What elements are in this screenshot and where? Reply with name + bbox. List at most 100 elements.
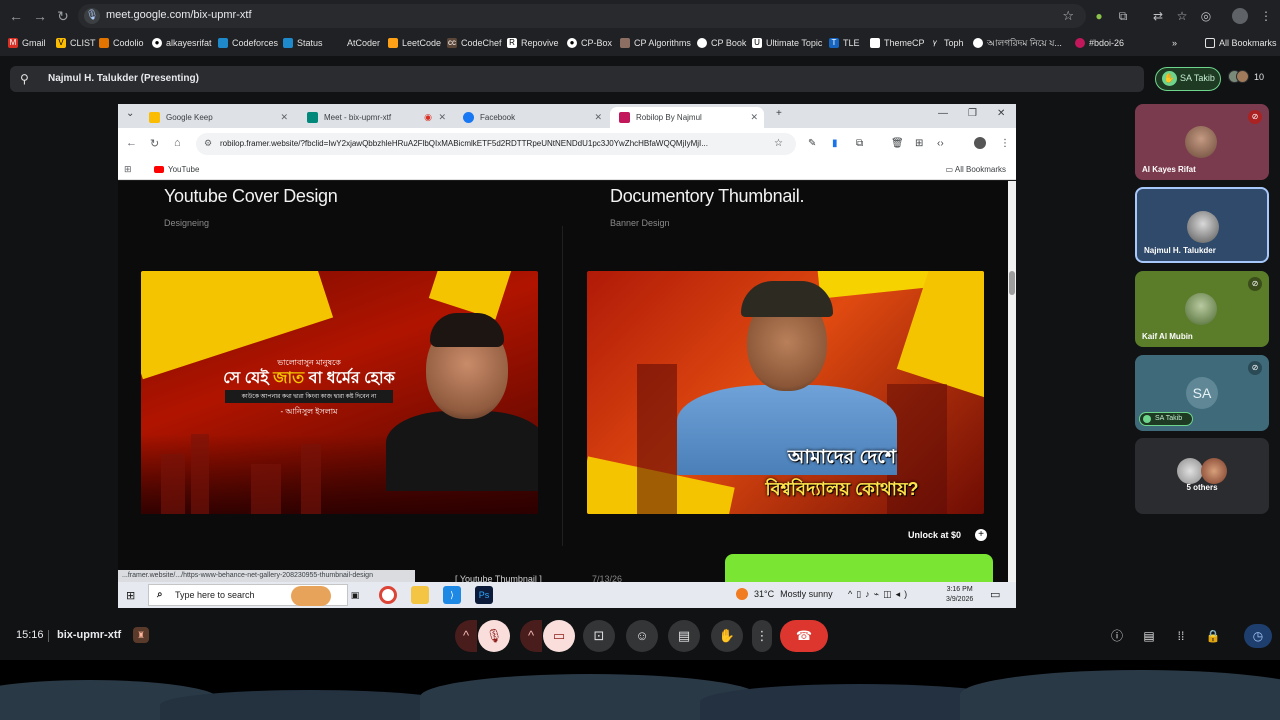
bookmark-item[interactable]: V CLIST [56,36,96,50]
host-controls-icon[interactable]: ♜ [133,627,149,643]
documentary-thumbnail[interactable]: আমাদের দেশে বিশ্ববিদ্যালয় কোথায়? [587,271,984,514]
address-bar[interactable]: 🎙 meet.google.com/bix-upmr-xtf ☆ [78,4,1086,28]
participant-tile[interactable]: ⊘ Kaif Al Mubin [1135,271,1269,347]
profile-avatar[interactable] [974,137,986,149]
bookmark-star-icon[interactable]: ☆ [1062,8,1074,24]
bookmark-youtube[interactable]: YouTube [154,165,199,174]
new-tab-icon[interactable]: + [776,108,782,119]
grid-icon[interactable]: ⊞ [915,138,923,149]
chat-icon[interactable]: ▤ [1140,627,1158,645]
host-lock-icon[interactable]: 🔒 [1204,627,1222,645]
close-icon[interactable]: ✕ [594,107,602,128]
browser-menu-icon[interactable]: ⋮ [1258,8,1274,24]
bookmark-item[interactable]: CP Book [697,36,746,50]
tab-facebook[interactable]: Facebook ✕ [454,107,608,128]
camera-toggle-button[interactable]: ▭ [543,620,575,652]
extensions-puzzle-icon[interactable]: ⧉ [856,138,863,149]
back-icon[interactable]: ← [126,137,137,149]
camera-options-chevron-icon[interactable]: ^ [520,620,542,652]
people-button[interactable]: 10 [1228,67,1270,91]
tab-google-keep[interactable]: Google Keep ✕ [140,107,294,128]
raise-hand-button[interactable]: ✋ [711,620,743,652]
performance-icon[interactable]: ◎ [1198,8,1214,24]
close-icon[interactable]: ✕ [438,107,446,128]
weather-widget[interactable]: 31°C Mostly sunny [736,588,833,600]
youtube-cover-thumbnail[interactable]: ভালোবাসুন মানুষকে সে যেই জাত বা ধর্মের হ… [141,271,538,514]
raised-hand-chip[interactable]: ✋ SA Takib [1155,67,1221,91]
pen-icon[interactable]: ✎ [808,138,816,149]
bookmark-item[interactable]: CP Algorithms [620,36,691,50]
bookmark-item[interactable]: Status [283,36,323,50]
restore-icon[interactable]: ❐ [968,108,977,119]
tab-robilop[interactable]: Robilop By Najmul ✕ [610,107,764,128]
extension-icon[interactable]: ▮ [832,138,838,149]
bookmark-item[interactable]: R Repovive [507,36,559,50]
participant-tile-active[interactable]: Najmul H. Talukder [1135,187,1269,263]
taskbar-search[interactable]: ⌕ Type here to search [148,584,348,606]
others-tile[interactable]: 5 others [1135,438,1269,514]
photoshop-icon[interactable]: Ps [475,586,493,604]
scrollbar[interactable] [1008,181,1016,582]
code-icon[interactable]: ‹› [937,138,944,149]
task-view-icon[interactable]: ▣ [346,586,364,604]
timer-icon[interactable]: ◷ [1244,624,1272,648]
captions-button[interactable]: ▤ [668,620,700,652]
bookmarks-icon[interactable]: ☆ [1174,8,1190,24]
bookmark-item[interactable]: আলগরিদম নিয়ে য... [973,36,1062,50]
bookmark-item[interactable]: Codeforces [218,36,278,50]
site-info-icon[interactable]: 🎙 [84,8,100,24]
reload-icon[interactable]: ↻ [150,137,159,150]
system-tray-icons[interactable]: ^▯♪⌁◫◂) [848,589,911,600]
reload-icon[interactable]: ↻ [55,8,71,24]
trash-icon[interactable]: 🗑 [891,138,904,149]
window-close-icon[interactable]: ✕ [997,108,1005,119]
cta-button[interactable] [725,554,993,582]
scroll-thumb[interactable] [1009,271,1015,295]
bookmark-item[interactable]: M Gmail [8,36,46,50]
bookmark-star-icon[interactable]: ☆ [774,138,783,149]
shared-address-bar[interactable]: ⚙ robilop.framer.website/?fbclid=IwY2xja… [196,133,796,155]
bookmark-item[interactable]: T TLE [829,36,860,50]
close-icon[interactable]: ✕ [750,107,758,128]
more-bookmarks-icon[interactable]: » [1172,36,1177,50]
tab-search-icon[interactable]: ⌄ [126,108,134,119]
profile-avatar[interactable] [1232,8,1248,24]
bookmark-item[interactable]: cc CodeChef [447,36,502,50]
more-options-icon[interactable]: ⋮ [752,620,772,652]
bookmark-item[interactable]: ThemeCP [870,36,925,50]
tab-meet[interactable]: Meet - bix-upmr-xtf ◉ ✕ [298,107,452,128]
end-call-button[interactable]: ☎ [780,620,828,652]
forward-icon[interactable]: → [32,8,48,24]
bookmark-item[interactable]: ● CP-Box [567,36,612,50]
chrome-icon[interactable] [379,586,397,604]
taskbar-clock[interactable]: 3:16 PM 3/9/2026 [946,585,973,605]
minimize-icon[interactable]: — [938,108,948,119]
present-screen-button[interactable]: ⊡ [583,620,615,652]
bookmark-item[interactable]: Codolio [99,36,144,50]
activities-icon[interactable]: ⁞⁞ [1172,627,1190,645]
notification-icon[interactable]: ▭ [990,588,1000,601]
plus-icon[interactable]: + [975,529,987,541]
reactions-button[interactable]: ☺ [626,620,658,652]
site-settings-icon[interactable]: ⚙ [204,138,212,149]
vscode-icon[interactable]: ⟩ [443,586,461,604]
participant-tile[interactable]: SA ⊘ SA Takib [1135,355,1269,431]
meeting-info-icon[interactable]: ⓘ [1108,627,1126,645]
back-icon[interactable]: ← [8,8,24,24]
mic-options-chevron-icon[interactable]: ^ [455,620,477,652]
home-icon[interactable]: ⌂ [174,137,181,149]
close-icon[interactable]: ✕ [280,107,288,128]
bookmark-item[interactable]: U Ultimate Topic [752,36,822,50]
file-explorer-icon[interactable] [411,586,429,604]
menu-icon[interactable]: ⋮ [1000,138,1010,149]
all-bookmarks[interactable]: ▭ All Bookmarks [946,165,1006,174]
apps-icon[interactable]: ⊞ [124,164,132,175]
translate-icon[interactable]: ⇄ [1150,8,1166,24]
extension-icon[interactable]: ● [1091,8,1107,24]
extensions-puzzle-icon[interactable]: ⧉ [1115,8,1131,24]
bookmark-item[interactable]: ● alkayesrifat [152,36,212,50]
all-bookmarks[interactable]: All Bookmarks [1205,36,1277,50]
bookmark-item[interactable]: LeetCode [388,36,441,50]
bookmark-item[interactable]: AtCoder [333,36,380,50]
mic-toggle-button[interactable]: 🎙 [478,620,510,652]
